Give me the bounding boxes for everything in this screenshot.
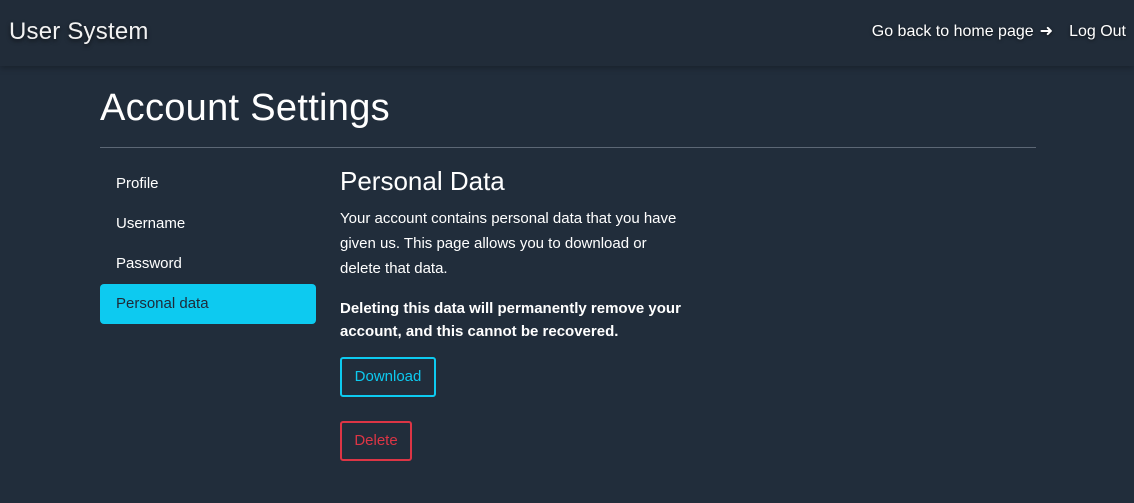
personal-data-section: Personal Data Your account contains pers…: [340, 164, 700, 461]
arrow-right-icon: ➜: [1039, 23, 1054, 40]
navbar-links: Go back to home page ➜ Log Out: [872, 21, 1126, 43]
delete-button[interactable]: Delete: [340, 421, 412, 461]
page-title: Account Settings: [100, 87, 390, 129]
logout-link[interactable]: Log Out: [1069, 21, 1126, 43]
sidebar-item-username[interactable]: Username: [100, 204, 316, 244]
home-page-link[interactable]: Go back to home page ➜: [872, 21, 1053, 43]
brand-link[interactable]: User System: [9, 16, 149, 48]
section-title: Personal Data: [340, 166, 505, 196]
sidebar-item-password[interactable]: Password: [100, 244, 316, 284]
sidebar-item-personal-data[interactable]: Personal data: [100, 284, 316, 324]
delete-warning: Deleting this data will permanently remo…: [340, 300, 681, 340]
sidebar-item-profile[interactable]: Profile: [100, 164, 316, 204]
home-page-link-label: Go back to home page: [871, 23, 1034, 40]
download-button[interactable]: Download: [340, 357, 436, 397]
personal-data-description: Your account contains personal data that…: [340, 210, 677, 277]
settings-sidebar: Profile Username Password Personal data: [100, 164, 316, 324]
top-navbar: User System Go back to home page ➜ Log O…: [0, 0, 1134, 66]
title-divider: [100, 147, 1036, 148]
